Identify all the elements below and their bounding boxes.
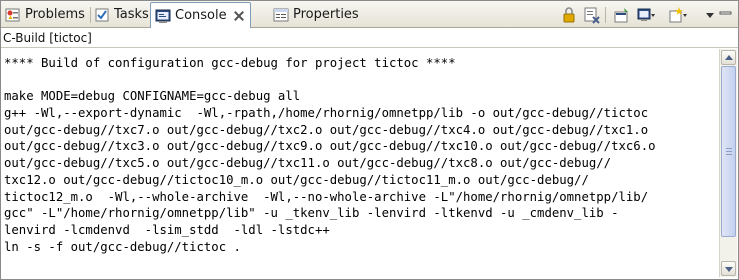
tab-label: Tasks xyxy=(114,7,149,22)
thumb-grip xyxy=(726,151,732,153)
arrow-down-icon xyxy=(725,267,733,272)
console-line: out/gcc-debug//txc5.o out/gcc-debug//txc… xyxy=(4,156,612,171)
tab-tasks[interactable]: Tasks xyxy=(94,3,149,26)
pin-console-icon[interactable] xyxy=(613,6,631,24)
console-line: lenvird -lcmdenvd -lsim_stdd -ldl -lstdc… xyxy=(4,222,330,237)
vertical-scrollbar[interactable] xyxy=(719,49,737,277)
console-icon xyxy=(155,8,171,24)
console-line: tictoc12_m.o -Wl,--whole-archive -Wl,--n… xyxy=(4,189,649,204)
minimize-icon[interactable] xyxy=(717,6,735,24)
properties-icon xyxy=(273,7,289,23)
console-view-frame: Problems Tasks Console Properties C-Buil… xyxy=(0,0,739,280)
console-line: g++ -Wl,--export-dynamic -Wl,-rpath,/hom… xyxy=(4,106,649,121)
tab-properties[interactable]: Properties xyxy=(273,3,359,26)
console-line: txc12.o out/gcc-debug//tictoc10_m.o out/… xyxy=(4,172,589,187)
tab-problems[interactable]: Problems xyxy=(5,3,85,26)
console-name: C-Build [tictoc] xyxy=(3,31,92,45)
thumb-grip xyxy=(726,148,732,150)
display-console-icon[interactable] xyxy=(637,6,655,24)
console-line: ln -s -f out/gcc-debug//tictoc . xyxy=(4,239,241,254)
divider xyxy=(1,47,738,48)
scroll-down-button[interactable] xyxy=(721,261,736,276)
close-icon[interactable] xyxy=(234,11,244,21)
problems-icon xyxy=(5,7,21,23)
toolbar-separator xyxy=(605,7,606,23)
thumb-grip xyxy=(726,154,732,156)
console-line: out/gcc-debug//txc7.o out/gcc-debug//txc… xyxy=(4,122,649,137)
tab-separator xyxy=(90,7,91,23)
console-line: gcc" -L"/home/rhornig/omnetpp/lib" -u _t… xyxy=(4,206,619,221)
open-console-icon[interactable] xyxy=(669,6,687,24)
tasks-icon xyxy=(94,7,110,23)
view-tab-bar: Problems Tasks Console Properties xyxy=(1,1,738,28)
scroll-up-button[interactable] xyxy=(721,50,736,65)
clear-console-icon[interactable] xyxy=(583,6,601,24)
console-line: out/gcc-debug//txc3.o out/gcc-debug//txc… xyxy=(4,139,656,154)
console-line: **** Build of configuration gcc-debug fo… xyxy=(4,56,456,70)
tab-label: Properties xyxy=(293,7,359,22)
scroll-thumb[interactable] xyxy=(721,66,736,237)
console-line: make MODE=debug CONFIGNAME=gcc-debug all xyxy=(4,89,301,104)
tab-console[interactable]: Console xyxy=(150,2,251,28)
console-output[interactable]: **** Build of configuration gcc-debug fo… xyxy=(4,55,716,277)
scroll-lock-icon[interactable] xyxy=(560,6,578,24)
arrow-up-icon xyxy=(725,55,733,60)
tab-label: Console xyxy=(175,8,227,23)
tab-label: Problems xyxy=(25,7,85,22)
